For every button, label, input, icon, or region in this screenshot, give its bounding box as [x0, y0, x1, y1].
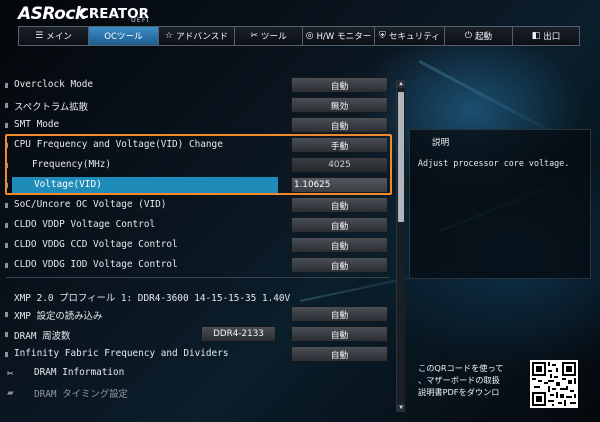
qr-caption-line: このQRコードを使って: [418, 363, 504, 373]
setting-label: SoC/Uncore OC Voltage (VID): [14, 199, 167, 210]
setting-value[interactable]: 自動: [291, 117, 388, 133]
shield-icon: ⛨: [379, 31, 386, 41]
bullet: [5, 332, 8, 337]
qr-caption: このQRコードを使って 、マザーボードの取扱 説明書PDFをダウンロ: [418, 362, 530, 398]
setting-value[interactable]: 自動: [291, 197, 388, 213]
main-tabs: ☰ メイン OCツール ☆ アドバンスド ✂ ツール ◎ H/W モニター ⛨ …: [18, 26, 580, 48]
setting-infinity-fabric[interactable]: Infinity Fabric Frequency and Dividers 自…: [0, 345, 392, 365]
tab-label: メイン: [46, 32, 72, 42]
qr-caption-line: 、マザーボードの取扱: [418, 375, 500, 385]
menu-icon: ☰: [35, 31, 44, 41]
section-divider: [6, 277, 390, 278]
bullet: [5, 352, 8, 357]
tab-advanced[interactable]: ☆ アドバンスド: [158, 26, 234, 46]
setting-value[interactable]: 自動: [291, 217, 388, 233]
submenu-dram-timing[interactable]: ▰ DRAM タイミング設定: [0, 383, 392, 403]
setting-label: スペクトラム拡散: [14, 102, 89, 113]
bullet: [5, 123, 8, 128]
exit-icon: ◧: [531, 31, 541, 41]
qr-code-icon[interactable]: [530, 360, 578, 408]
setting-label: CLDO VDDP Voltage Control: [14, 219, 156, 230]
description-panel: 説明 Adjust processor core voltage.: [409, 129, 591, 279]
scroll-down-icon[interactable]: ▼: [397, 404, 405, 412]
tab-label: 起動: [474, 32, 493, 42]
setting-xmp-load[interactable]: XMP 設定の読み込み 自動: [0, 305, 392, 325]
qr-code-graphic: [530, 360, 578, 408]
bullet: [5, 223, 8, 228]
qr-caption-line: 説明書PDFをダウンロ: [418, 387, 500, 397]
tab-main[interactable]: ☰ メイン: [18, 26, 88, 46]
setting-value[interactable]: 無効: [291, 97, 388, 113]
setting-label: Overclock Mode: [14, 79, 94, 90]
setting-value[interactable]: 自動: [291, 346, 388, 362]
bullet: [5, 103, 8, 108]
tools-icon: ✂: [7, 367, 14, 380]
brand-logo: ASRock: [18, 4, 86, 24]
tab-label: H/W モニター: [316, 32, 372, 42]
description-body: Adjust processor core voltage.: [418, 158, 570, 168]
bullet: [5, 83, 8, 88]
setting-smt-mode[interactable]: SMT Mode 自動: [0, 116, 392, 136]
setting-overclock-mode[interactable]: Overclock Mode 自動: [0, 76, 392, 96]
tab-boot[interactable]: ⏻ 起動: [444, 26, 512, 46]
power-icon: ⏻: [464, 31, 472, 41]
tab-label: セキュリティ: [388, 32, 440, 42]
dram-current-freq: DDR4-2133: [201, 326, 276, 342]
setting-label: Infinity Fabric Frequency and Dividers: [14, 348, 229, 359]
monitor-icon: ◎: [305, 31, 314, 41]
setting-label: CLDO VDDG CCD Voltage Control: [14, 239, 178, 250]
setting-value[interactable]: 自動: [291, 326, 388, 342]
bullet: [5, 243, 8, 248]
setting-value[interactable]: 自動: [291, 237, 388, 253]
scroll-thumb[interactable]: [398, 92, 404, 222]
tab-label: OCツール: [104, 32, 143, 42]
setting-value[interactable]: 自動: [291, 306, 388, 322]
tab-security[interactable]: ⛨ セキュリティ: [374, 26, 444, 46]
setting-cldo-vddp[interactable]: CLDO VDDP Voltage Control 自動: [0, 216, 392, 236]
submenu-label: DRAM タイミング設定: [34, 389, 128, 400]
setting-spread-spectrum[interactable]: スペクトラム拡散 無効: [0, 96, 392, 116]
bullet: [5, 203, 8, 208]
tab-label: ツール: [260, 32, 287, 42]
setting-cldo-vddg-ccd[interactable]: CLDO VDDG CCD Voltage Control 自動: [0, 236, 392, 256]
setting-label: XMP 設定の読み込み: [14, 311, 103, 322]
scroll-up-icon[interactable]: ▲: [397, 80, 405, 88]
tab-label: アドバンスド: [176, 32, 228, 42]
tab-tools[interactable]: ✂ ツール: [234, 26, 302, 46]
setting-label: CLDO VDDG IOD Voltage Control: [14, 259, 178, 270]
tab-hw-monitor[interactable]: ◎ H/W モニター: [302, 26, 374, 46]
submenu-label: DRAM Information: [34, 367, 125, 378]
tab-oc-tools[interactable]: OCツール: [88, 26, 158, 46]
header: ASRock CREATOR UEFI ☰ メイン OCツール ☆ アドバンスド…: [0, 0, 600, 52]
setting-dram-freq[interactable]: DRAM 周波数 DDR4-2133 自動: [0, 325, 392, 345]
memory-icon: ▰: [7, 386, 14, 399]
setting-label: SMT Mode: [14, 119, 60, 130]
setting-label: DRAM 周波数: [14, 331, 71, 342]
tools-icon: ✂: [250, 31, 258, 41]
xmp-profile-label: XMP 2.0 プロフィール 1: DDR4-3600 14-15-15-35 …: [14, 293, 291, 304]
bullet: [5, 312, 8, 317]
xmp-profile-info: XMP 2.0 プロフィール 1: DDR4-3600 14-15-15-35 …: [0, 287, 392, 307]
setting-cldo-vddg-iod[interactable]: CLDO VDDG IOD Voltage Control 自動: [0, 256, 392, 276]
setting-soc-uncore[interactable]: SoC/Uncore OC Voltage (VID) 自動: [0, 196, 392, 216]
setting-value[interactable]: 自動: [291, 77, 388, 93]
submenu-dram-info[interactable]: ✂ DRAM Information: [0, 364, 392, 384]
star-icon: ☆: [165, 31, 174, 41]
tab-label: 出口: [543, 32, 561, 42]
scrollbar[interactable]: ▲ ▼: [396, 80, 405, 412]
setting-value[interactable]: 自動: [291, 257, 388, 273]
highlight-box: [5, 134, 392, 195]
description-title: 説明: [432, 138, 450, 148]
bullet: [5, 263, 8, 268]
tab-exit[interactable]: ◧ 出口: [512, 26, 580, 46]
brand-sub: UEFI: [131, 16, 150, 24]
